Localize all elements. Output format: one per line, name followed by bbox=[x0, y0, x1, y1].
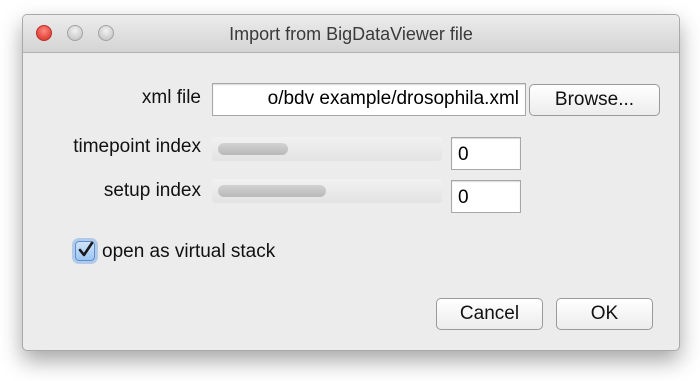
virtual-stack-label: open as virtual stack bbox=[102, 241, 276, 262]
timepoint-index-value: 0 bbox=[458, 144, 469, 165]
browse-button[interactable]: Browse... bbox=[529, 84, 660, 116]
timepoint-index-label: timepoint index bbox=[73, 136, 201, 157]
timepoint-index-input[interactable]: 0 bbox=[451, 137, 521, 170]
xml-file-value: o/bdv example/drosophila.xml bbox=[267, 88, 519, 109]
title-bar: Import from BigDataViewer file bbox=[23, 15, 679, 53]
setup-slider-thumb[interactable] bbox=[218, 185, 326, 197]
setup-index-label: setup index bbox=[103, 180, 201, 201]
timepoint-slider[interactable] bbox=[212, 137, 442, 161]
cancel-button[interactable]: Cancel bbox=[436, 298, 543, 330]
setup-index-input[interactable]: 0 bbox=[451, 180, 521, 213]
window-title: Import from BigDataViewer file bbox=[229, 24, 473, 44]
virtual-stack-checkbox[interactable] bbox=[75, 241, 95, 261]
xml-file-input[interactable]: o/bdv example/drosophila.xml bbox=[212, 83, 526, 116]
checkmark-icon bbox=[78, 241, 94, 257]
ok-button[interactable]: OK bbox=[556, 298, 653, 330]
import-dialog: Import from BigDataViewer file xml file … bbox=[22, 14, 680, 351]
xml-file-label: xml file bbox=[141, 87, 201, 108]
timepoint-slider-thumb[interactable] bbox=[218, 143, 288, 155]
setup-index-value: 0 bbox=[458, 187, 469, 208]
setup-slider[interactable] bbox=[212, 179, 442, 203]
